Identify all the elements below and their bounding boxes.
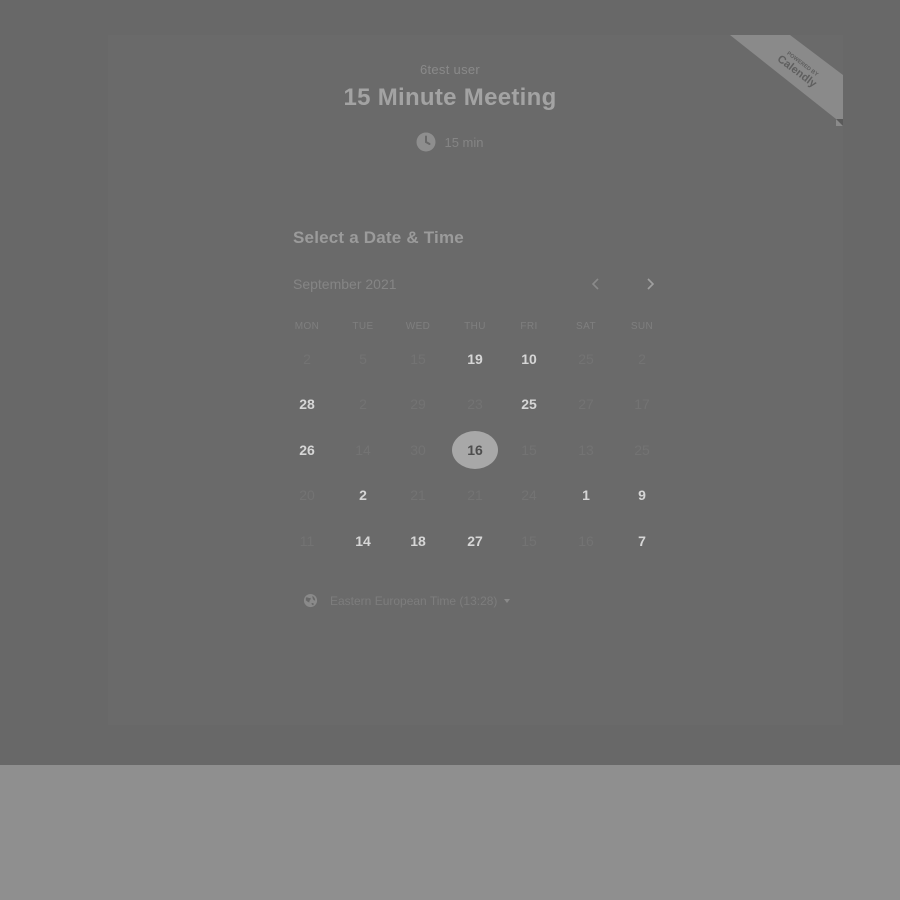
- weekday-sat: SAT: [576, 321, 596, 332]
- available-day[interactable]: 18: [395, 522, 441, 560]
- unavailable-day: 2: [359, 396, 367, 412]
- unavailable-day: 17: [634, 396, 650, 412]
- unavailable-day: 11: [299, 533, 315, 549]
- clock-icon: [416, 132, 436, 152]
- available-day[interactable]: 7: [619, 522, 665, 560]
- weekday-fri: FRI: [520, 321, 538, 332]
- weekday-thu: THU: [464, 321, 486, 332]
- event-duration: 15 min: [0, 132, 900, 152]
- unavailable-day: 25: [634, 442, 650, 458]
- unavailable-day: 20: [299, 487, 315, 503]
- select-date-heading: Select a Date & Time: [293, 228, 464, 247]
- unavailable-day: 16: [578, 533, 594, 549]
- unavailable-day: 15: [521, 442, 537, 458]
- unavailable-day: 15: [410, 351, 426, 367]
- available-day[interactable]: 28: [284, 385, 330, 423]
- host-name: 6test user: [419, 62, 481, 77]
- available-day[interactable]: 2: [340, 476, 386, 514]
- unavailable-day: 24: [521, 487, 537, 503]
- available-day[interactable]: 27: [452, 522, 498, 560]
- chevron-left-icon[interactable]: [586, 273, 606, 295]
- available-day[interactable]: 19: [452, 340, 498, 378]
- available-day[interactable]: 25: [506, 385, 552, 423]
- unavailable-day: 27: [578, 396, 594, 412]
- unavailable-day: 14: [355, 442, 371, 458]
- globe-icon: [303, 593, 318, 608]
- timezone-label: Eastern European Time (13:28): [330, 594, 498, 608]
- unavailable-day: 21: [467, 487, 483, 503]
- caret-down-icon: [504, 599, 511, 603]
- unavailable-day: 25: [578, 351, 594, 367]
- weekday-tue: TUE: [352, 321, 374, 332]
- unavailable-day: 30: [410, 442, 426, 458]
- timezone-selector[interactable]: Eastern European Time (13:28): [303, 593, 511, 608]
- available-day[interactable]: 9: [619, 476, 665, 514]
- event-title: 15 Minute Meeting: [343, 84, 557, 111]
- month-label: September 2021: [293, 276, 397, 292]
- unavailable-day: 23: [467, 396, 483, 412]
- weekday-wed: WED: [405, 321, 431, 332]
- weekday-sun: SUN: [630, 321, 654, 332]
- selected-day[interactable]: 16: [452, 431, 498, 469]
- duration-label: 15 min: [444, 135, 484, 150]
- unavailable-day: 2: [638, 351, 646, 367]
- available-day[interactable]: 14: [340, 522, 386, 560]
- unavailable-day: 29: [410, 396, 426, 412]
- available-day[interactable]: 1: [563, 476, 609, 514]
- unavailable-day: 13: [578, 442, 594, 458]
- weekday-mon: MON: [294, 321, 320, 332]
- available-day[interactable]: 26: [284, 431, 330, 469]
- available-day[interactable]: 10: [506, 340, 552, 378]
- chevron-right-icon[interactable]: [640, 273, 660, 295]
- unavailable-day: 2: [303, 351, 311, 367]
- unavailable-day: 15: [521, 533, 537, 549]
- unavailable-day: 21: [410, 487, 426, 503]
- unavailable-day: 5: [359, 351, 367, 367]
- powered-by-calendly-badge[interactable]: POWERED BY Calendly: [730, 35, 843, 126]
